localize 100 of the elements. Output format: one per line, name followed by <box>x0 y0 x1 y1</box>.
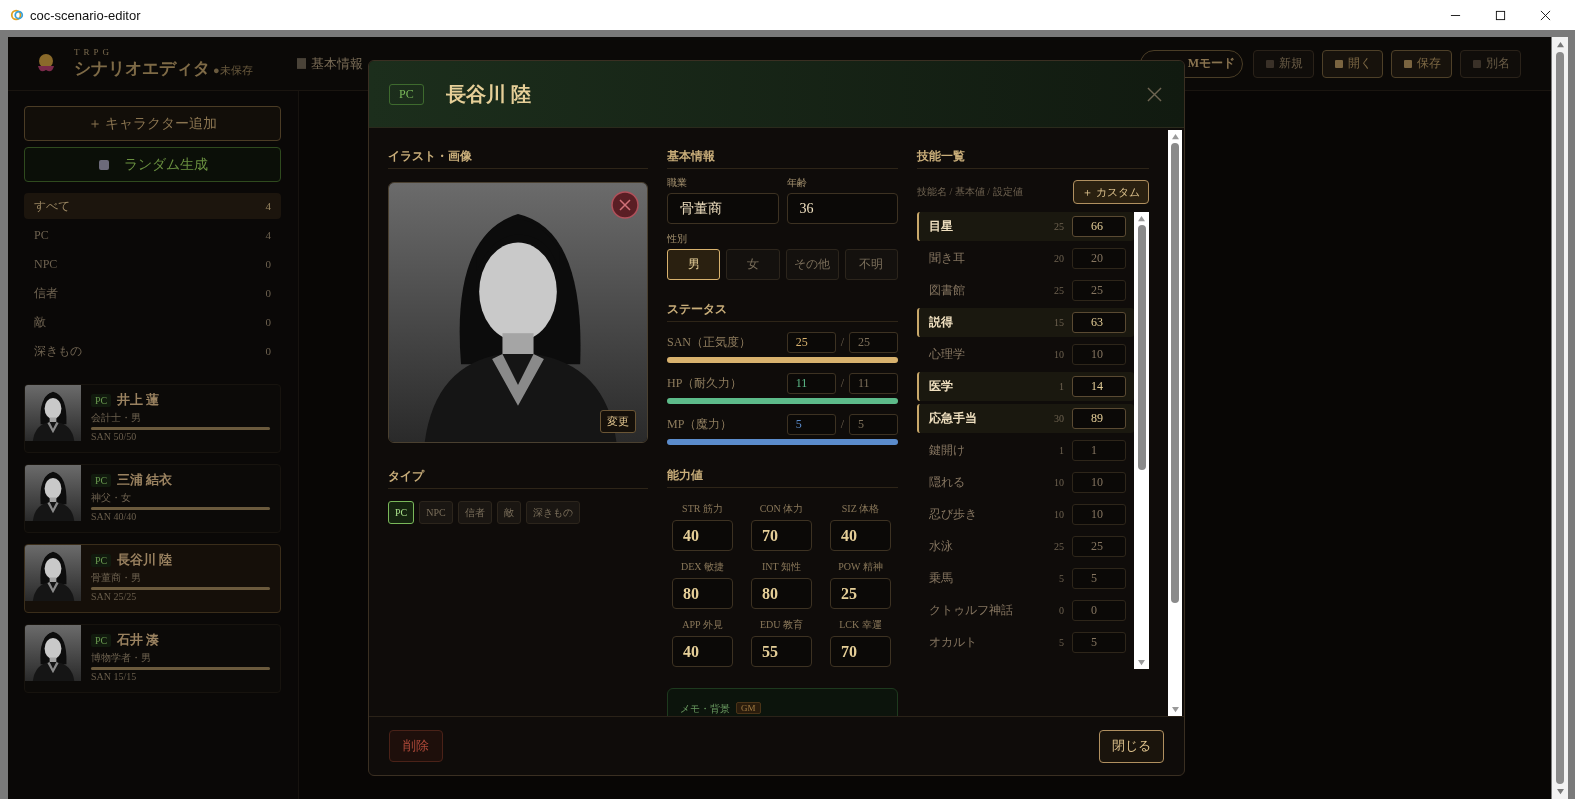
scroll-up-icon[interactable] <box>1137 215 1146 222</box>
max-value-field[interactable]: 25 <box>849 332 898 353</box>
random-generate-button[interactable]: ランダム生成 <box>24 147 281 182</box>
skill-value-field[interactable]: 89 <box>1072 408 1126 429</box>
toolbar-button[interactable]: 保存 <box>1391 49 1452 78</box>
scroll-up-icon[interactable] <box>1555 41 1565 48</box>
scroll-down-icon[interactable] <box>1555 788 1565 795</box>
slash: / <box>839 417 845 432</box>
ability-field[interactable]: 55 <box>751 636 812 667</box>
ability-field[interactable]: 80 <box>751 578 812 609</box>
skill-value-field[interactable]: 25 <box>1072 536 1126 557</box>
delete-button[interactable]: 削除 <box>389 730 443 762</box>
skill-name: 図書館 <box>929 282 966 299</box>
scroll-up-icon[interactable] <box>1170 133 1180 140</box>
gender-option[interactable]: その他 <box>785 249 839 280</box>
skill-name: 応急手当 <box>929 410 978 427</box>
nav-tab[interactable]: 基本情報 <box>296 54 363 73</box>
add-character-button[interactable]: ＋ キャラクター追加 <box>24 106 281 141</box>
filter-count: 0 <box>265 287 271 299</box>
max-value-field[interactable]: 11 <box>849 373 898 394</box>
filter-label: 深きもの <box>34 342 82 360</box>
character-card[interactable]: PC 三浦 結衣 神父・女 SAN 40/40 <box>24 464 281 533</box>
skill-value-field[interactable]: 63 <box>1072 312 1126 333</box>
type-option[interactable]: 深きもの <box>525 501 580 524</box>
skill-name: 説得 <box>929 314 954 331</box>
close-icon[interactable] <box>1540 9 1551 21</box>
skill-value-field[interactable]: 1 <box>1072 440 1126 461</box>
skill-name: 聞き耳 <box>929 250 966 267</box>
occupation-field[interactable]: 骨董商 <box>667 193 779 224</box>
skill-value-field[interactable]: 0 <box>1072 600 1126 621</box>
gender-option[interactable]: 女 <box>726 249 780 280</box>
ability-field[interactable]: 40 <box>672 520 733 551</box>
remove-image-icon[interactable] <box>611 191 639 219</box>
skill-name: クトゥルフ神話 <box>929 602 1014 619</box>
skill-value-field[interactable]: 10 <box>1072 504 1126 525</box>
current-value-field[interactable]: 5 <box>786 414 836 435</box>
skill-base: 25 <box>1054 285 1064 296</box>
skill-name: 乗馬 <box>929 570 954 587</box>
filter-item[interactable]: 敵 0 <box>24 309 281 335</box>
field-label: 性別 <box>667 232 688 246</box>
type-option[interactable]: 敵 <box>496 501 521 524</box>
age-field[interactable]: 36 <box>786 193 898 224</box>
ability-field[interactable]: 40 <box>672 636 733 667</box>
character-card[interactable]: PC 井上 蓮 会計士・男 SAN 50/50 <box>24 384 281 453</box>
filter-item[interactable]: PC 4 <box>24 222 281 248</box>
type-option[interactable]: PC <box>388 501 415 524</box>
filter-item[interactable]: 信者 0 <box>24 280 281 306</box>
scrollbar[interactable] <box>1168 130 1182 716</box>
toolbar-button[interactable]: 開く <box>1322 49 1383 78</box>
current-value-field[interactable]: 25 <box>786 332 836 353</box>
scrollbar-thumb[interactable] <box>1171 143 1179 603</box>
gender-option[interactable]: 男 <box>667 249 721 280</box>
character-name: 石井 湊 <box>117 631 160 649</box>
current-value-field[interactable]: 11 <box>786 373 836 394</box>
skill-base: 5 <box>1059 573 1064 584</box>
change-image-button[interactable]: 変更 <box>600 410 636 433</box>
ability-field[interactable]: 40 <box>830 520 891 551</box>
skill-name: 目星 <box>929 218 954 235</box>
filter-count: 4 <box>265 229 271 241</box>
skill-value-field[interactable]: 10 <box>1072 472 1126 493</box>
scrollbar[interactable] <box>1552 37 1568 799</box>
character-card[interactable]: PC 石井 湊 博物学者・男 SAN 15/15 <box>24 624 281 693</box>
filter-item[interactable]: NPC 0 <box>24 251 281 277</box>
scrollbar-thumb[interactable] <box>1556 52 1564 784</box>
maximize-icon[interactable] <box>1495 9 1506 21</box>
scrollbar[interactable] <box>1134 212 1149 669</box>
ability-field[interactable]: 70 <box>751 520 812 551</box>
skill-value-field[interactable]: 5 <box>1072 568 1126 589</box>
meter-label: HP（耐久力） <box>667 375 743 392</box>
scroll-down-icon[interactable] <box>1137 659 1146 666</box>
skill-value-field[interactable]: 10 <box>1072 344 1126 365</box>
scrollbar-thumb[interactable] <box>1137 225 1146 470</box>
ability-field[interactable]: 25 <box>830 578 891 609</box>
scroll-down-icon[interactable] <box>1170 706 1180 713</box>
skill-value-field[interactable]: 14 <box>1072 376 1126 397</box>
gender-option[interactable]: 不明 <box>844 249 898 280</box>
memo-label: メモ・背景 <box>680 702 730 716</box>
close-button[interactable]: 閉じる <box>1099 729 1164 763</box>
type-option[interactable]: 信者 <box>457 501 492 524</box>
section-heading: 能力値 <box>667 467 898 488</box>
dice-icon <box>97 158 110 171</box>
skill-base: 5 <box>1059 637 1064 648</box>
max-value-field[interactable]: 5 <box>849 414 898 435</box>
ability-field[interactable]: 70 <box>830 636 891 667</box>
ability-label: APP 外見 <box>682 618 723 632</box>
skill-value-field[interactable]: 25 <box>1072 280 1126 301</box>
ability-field[interactable]: 80 <box>672 578 733 609</box>
type-badge: PC <box>389 83 424 105</box>
skill-base: 15 <box>1054 317 1064 328</box>
skill-value-field[interactable]: 20 <box>1072 248 1126 269</box>
filter-item[interactable]: すべて 4 <box>24 193 281 219</box>
app-eyebrow: TRPG <box>74 47 114 57</box>
filter-item[interactable]: 深きもの 0 <box>24 338 281 364</box>
skill-value-field[interactable]: 5 <box>1072 632 1126 653</box>
ability-label: EDU 教育 <box>759 618 804 632</box>
character-card[interactable]: PC 長谷川 陸 骨董商・男 SAN 25/25 <box>24 544 281 613</box>
custom-skill-button[interactable]: ＋ カスタム <box>1073 180 1149 204</box>
app-icon <box>10 8 24 22</box>
skill-value-field[interactable]: 66 <box>1072 216 1126 237</box>
type-option[interactable]: NPC <box>419 501 453 524</box>
